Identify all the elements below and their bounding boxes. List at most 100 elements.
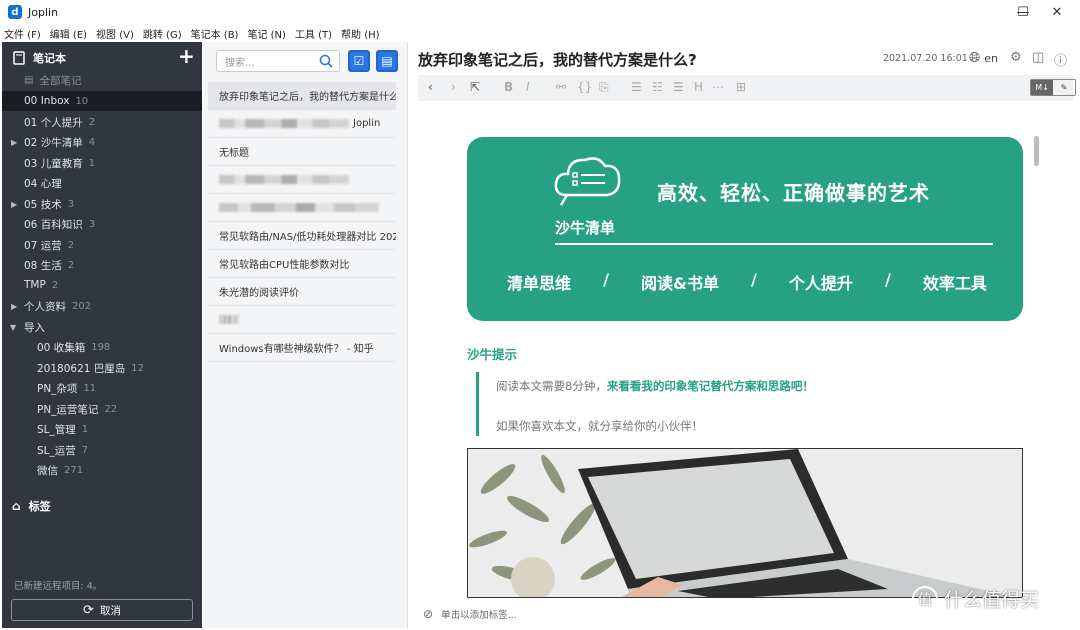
markdown-mode-icon[interactable]: M↓ [1031,80,1053,95]
sidebar-item-ops[interactable]: 07 运营 2 [2,235,202,255]
sidebar-item-life[interactable]: 08 生活 2 [2,255,202,275]
sidebar-item-pn-misc[interactable]: PN_杂项 11 [2,378,202,398]
note-editor: 放弃印象笔记之后，我的替代方案是什么? 2021.07.20 16:01 🌐︎ … [409,42,1080,630]
menu-edit[interactable]: 编辑 (E) [50,26,87,41]
new-todo-button[interactable]: ☑ [348,50,370,72]
external-edit-icon[interactable]: ⇱ [470,80,480,94]
sidebar-item-count: 271 [64,464,84,476]
banner-tag: 个人提升 [788,274,853,293]
editor-toolbar: ‹ › ⇱ B I ⚯ {} ⎘ ☰ ☷ ☰ H ⋯ ⊞ M↓ ✎ [418,75,1076,101]
banner-headline: 高效、轻松、正确做事的艺术 [657,181,930,205]
note-list-item[interactable]: 常见软路由CPU性能参数对比 [208,250,396,278]
insert-time-icon[interactable]: ⊞ [736,80,746,94]
sidebar-item-tech[interactable]: ▶ 05 技术 3 [2,194,202,214]
sidebar-item-sl-ops[interactable]: SL_运营 7 [2,440,202,460]
info-icon[interactable]: ⓘ [1054,50,1067,69]
collapse-arrow-icon[interactable]: ▼ [10,323,16,332]
add-tag-hint[interactable]: 单击以添加标签... [441,607,517,621]
sidebar-item-psychology[interactable]: 04 心理 [2,173,202,193]
heading-icon[interactable]: H [694,80,703,94]
sidebar-item-label: 00 Inbox [24,95,70,107]
sidebar-item-personal[interactable]: 01 个人提升 2 [2,112,202,132]
alarm-icon[interactable]: ⚙ [1010,50,1022,65]
code-icon[interactable]: {} [577,80,592,94]
link-icon[interactable]: ⚯ [556,80,566,94]
sidebar-item-bali[interactable]: 20180621 巴厘岛 12 [2,358,202,378]
tags-header-label: 标签 [28,500,51,513]
sidebar-item-shaniu[interactable]: ▶ 02 沙牛清单 4 [2,132,202,152]
sidebar-item-count: 2 [67,239,75,251]
checklist-icon[interactable]: ☰ [673,80,684,94]
sidebar-item-personal-data[interactable]: ▶ 个人资料 202 [2,296,202,316]
notebooks-header[interactable]: 笔记本 [2,48,202,68]
close-button[interactable]: ✕ [1034,0,1080,24]
editor-mode-toggle[interactable]: M↓ ✎ [1030,79,1076,96]
all-notes-label: 全部笔记 [39,74,82,87]
laptop-illustration [468,449,1022,597]
sidebar-item-collect[interactable]: 00 收集箱 198 [2,337,202,357]
sidebar-item-label: 个人资料 [24,300,66,313]
banner-separator: / [751,270,757,289]
sidebar-item-wechat[interactable]: 微信 271 [2,460,202,480]
notebook-icon [13,51,25,65]
layout-toggle-icon[interactable]: ◫ [1032,50,1044,65]
note-list-item[interactable]: 常见软路由/NAS/低功耗处理器对比 2020.1 [208,222,396,250]
sync-button-label: 取消 [99,604,121,617]
sidebar-item-count: 2 [67,259,75,271]
editor-scrollbar[interactable] [1034,136,1039,166]
sidebar-item-import[interactable]: ▼ 导入 [2,317,202,337]
menu-tools[interactable]: 工具 (T) [295,26,332,41]
hr-icon[interactable]: ⋯ [712,80,724,94]
note-list-item[interactable] [208,166,396,194]
note-icon: ▤ [381,54,393,68]
menu-go[interactable]: 跳转 (G) [143,26,182,41]
new-note-button[interactable]: ▤ [376,50,398,72]
back-icon[interactable]: ‹ [428,80,433,94]
sync-cancel-button[interactable]: ⟳ 取消 [11,599,193,621]
attach-icon[interactable]: ⎘ [599,80,609,95]
blurred-title [219,119,349,128]
expand-arrow-icon[interactable]: ▶ [11,200,17,209]
sidebar-item-tmp[interactable]: TMP 2 [2,275,202,295]
wysiwyg-mode-icon[interactable]: ✎ [1053,80,1075,95]
title-bar: d Joplin — [0,0,1080,24]
note-title: 无标题 [219,148,249,159]
all-notes-item[interactable]: ▤ 全部笔记 [2,70,202,90]
note-list-item[interactable]: Joplin [208,110,396,138]
sidebar-item-wiki[interactable]: 06 百科知识 3 [2,214,202,234]
expand-arrow-icon[interactable]: ▶ [11,138,17,147]
sidebar-item-pn-ops[interactable]: PN_运营笔记 22 [2,399,202,419]
tags-header[interactable]: ⌂ 标签 [2,496,202,516]
note-list-item[interactable] [208,306,396,334]
note-list-item[interactable] [208,194,396,222]
sidebar-item-inbox[interactable]: 00 Inbox 10 [2,91,202,111]
menu-file[interactable]: 文件 (F) [4,26,41,41]
sidebar-item-label: 02 沙牛清单 [24,136,83,149]
sidebar-item-sl-mgmt[interactable]: SL_管理 1 [2,419,202,439]
note-title-input[interactable]: 放弃印象笔记之后，我的替代方案是什么? [418,49,697,70]
note-list-item[interactable]: 无标题 [208,138,396,166]
add-notebook-icon[interactable]: + [178,44,195,68]
menu-help[interactable]: 帮助 (H) [341,26,380,41]
bold-icon[interactable]: B [504,80,513,94]
forward-icon[interactable]: › [451,80,456,94]
menu-note[interactable]: 笔记 (N) [247,26,285,41]
menu-notebook[interactable]: 笔记本 (B) [191,26,239,41]
sidebar-item-education[interactable]: 03 儿童教育 1 [2,153,202,173]
bullet-list-icon[interactable]: ☰ [631,80,642,94]
sidebar-item-label: 04 心理 [24,177,62,190]
note-list-item[interactable]: 朱光潜的阅读评价 [208,278,396,306]
sidebar-item-label: 微信 [37,464,58,477]
note-list-item[interactable]: 放弃印象笔记之后，我的替代方案是什么? [208,82,396,110]
expand-arrow-icon[interactable]: ▶ [11,302,17,311]
banner-tag: 清单思维 [507,274,572,293]
search-icon[interactable] [319,54,333,68]
italic-icon[interactable]: I [526,80,530,94]
menu-view[interactable]: 视图 (V) [96,26,134,41]
watermark-logo-icon: 值 [912,585,938,612]
numbered-list-icon[interactable]: ☷ [652,80,663,94]
spellcheck-language[interactable]: 🌐︎ en [969,50,998,66]
sidebar-item-count: 10 [75,95,89,107]
note-list-item[interactable]: Windows有哪些神级软件？ - 知乎 [208,334,396,362]
search-input[interactable]: 搜索... [216,50,340,72]
